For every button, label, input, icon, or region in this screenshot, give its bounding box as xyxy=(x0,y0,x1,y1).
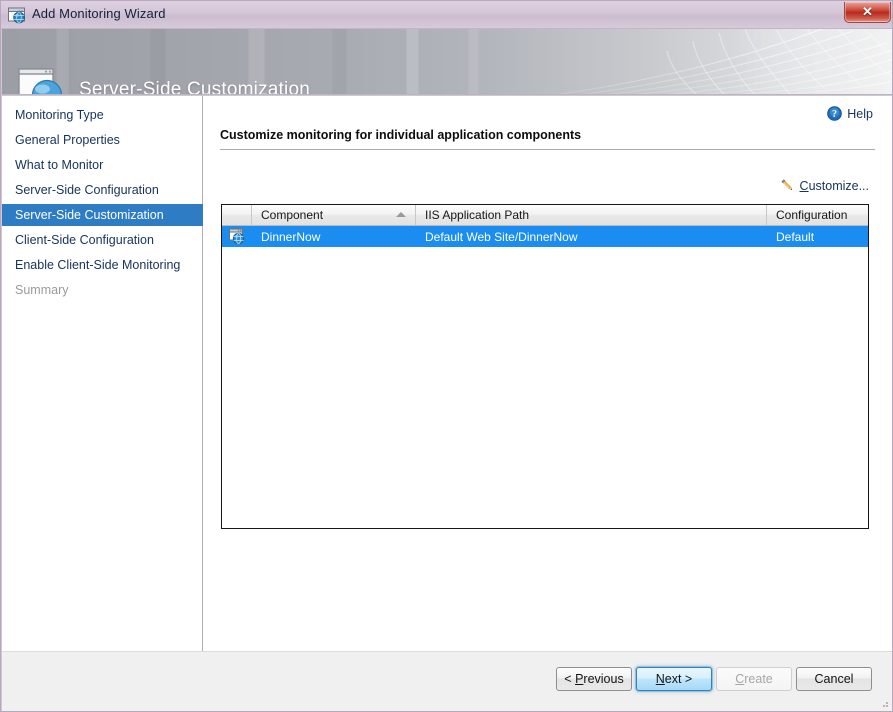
cell-iis-application-path: Default Web Site/DinnerNow xyxy=(425,229,578,244)
create-button-label: Create xyxy=(735,672,773,686)
next-button[interactable]: Next > xyxy=(636,667,712,691)
cell-configuration: Default xyxy=(776,229,815,244)
row-icon-cell xyxy=(222,226,252,247)
cancel-button[interactable]: Cancel xyxy=(796,667,872,691)
sidebar-item-general-properties[interactable]: General Properties xyxy=(2,129,203,151)
sidebar-item-summary: Summary xyxy=(15,283,69,297)
web-application-icon xyxy=(7,6,27,25)
resize-grip[interactable] xyxy=(878,697,890,709)
previous-button[interactable]: < Previous xyxy=(556,667,632,691)
create-button: Create xyxy=(716,667,792,691)
add-monitoring-wizard-window: Add Monitoring Wizard ✕ Server-Side Cust… xyxy=(0,0,893,712)
title-bar[interactable]: Add Monitoring Wizard ✕ xyxy=(1,1,892,29)
previous-prefix: < xyxy=(564,672,576,686)
column-header-component-label: Component xyxy=(261,208,324,222)
sidebar-item-server-side-configuration[interactable]: Server-Side Configuration xyxy=(2,179,203,201)
wizard-banner: Server-Side Customization xyxy=(2,29,892,95)
svg-text:?: ? xyxy=(832,109,837,120)
banner-title: Server-Side Customization xyxy=(79,79,310,95)
cancel-button-label: Cancel xyxy=(814,672,854,686)
page-title: Customize monitoring for individual appl… xyxy=(220,128,875,150)
pencil-icon xyxy=(780,178,795,193)
column-header-configuration[interactable]: Configuration xyxy=(767,205,868,225)
next-button-label: Next > xyxy=(656,672,692,686)
help-label: Help xyxy=(847,106,873,121)
web-application-icon xyxy=(228,228,246,245)
next-accel: N xyxy=(655,672,665,686)
column-header-icon[interactable] xyxy=(222,205,252,225)
window-title: Add Monitoring Wizard xyxy=(32,6,166,21)
cell-component: DinnerNow xyxy=(261,229,321,244)
create-accel: C xyxy=(735,672,745,686)
next-rest: ext > xyxy=(664,672,693,686)
close-icon: ✕ xyxy=(862,4,873,19)
previous-button-label: < Previous xyxy=(564,672,623,686)
help-link[interactable]: ? Help xyxy=(827,106,873,121)
customize-label: Customize... xyxy=(800,179,869,193)
sidebar-item-what-to-monitor[interactable]: What to Monitor xyxy=(2,154,203,176)
customize-accel: C xyxy=(799,178,809,193)
column-header-component[interactable]: Component xyxy=(252,205,416,225)
wizard-footer: < Previous Next > Create Cancel xyxy=(2,651,892,711)
wizard-step-sidebar: Monitoring Type General Properties What … xyxy=(2,96,203,651)
sidebar-item-enable-client-side-monitoring[interactable]: Enable Client-Side Monitoring xyxy=(2,254,203,276)
web-application-icon xyxy=(18,67,70,94)
close-button[interactable]: ✕ xyxy=(844,2,891,23)
sidebar-item-client-side-configuration[interactable]: Client-Side Configuration xyxy=(2,229,203,251)
customize-label-rest: ustomize... xyxy=(808,178,869,193)
sort-ascending-icon xyxy=(396,212,406,217)
customize-button[interactable]: Customize... xyxy=(780,178,869,193)
column-header-iis-application-path[interactable]: IIS Application Path xyxy=(416,205,767,225)
grid-header-row: Component IIS Application Path Configura… xyxy=(222,205,868,226)
components-grid[interactable]: Component IIS Application Path Configura… xyxy=(221,204,869,529)
create-rest: reate xyxy=(744,672,773,686)
sidebar-item-monitoring-type[interactable]: Monitoring Type xyxy=(2,104,203,126)
wizard-content-pane: ? Help Customize monitoring for individu… xyxy=(203,96,892,651)
table-row[interactable]: DinnerNow Default Web Site/DinnerNow Def… xyxy=(222,226,868,247)
help-question-icon: ? xyxy=(827,106,843,121)
sidebar-item-server-side-customization[interactable]: Server-Side Customization xyxy=(2,204,203,226)
previous-rest: revious xyxy=(583,672,624,686)
banner-mesh-decoration xyxy=(556,29,892,94)
